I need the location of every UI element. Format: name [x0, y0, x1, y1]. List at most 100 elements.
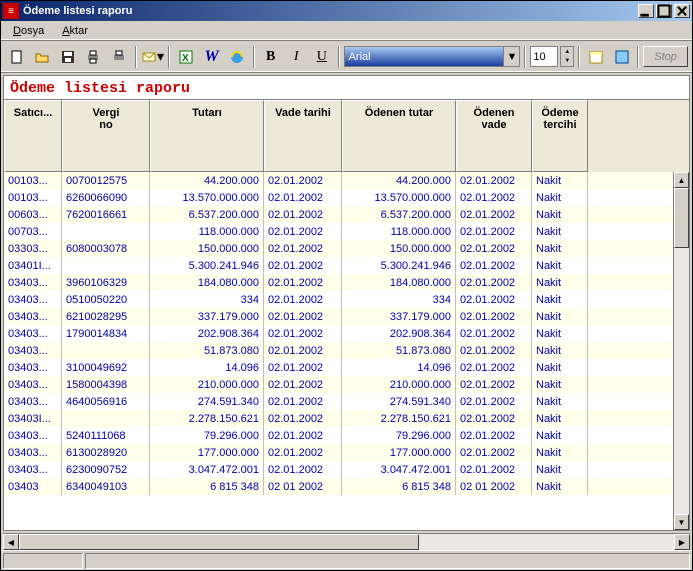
- spinner-down-icon[interactable]: ▼: [561, 57, 573, 67]
- table-row[interactable]: 00703...118.000.00002.01.2002118.000.000…: [4, 223, 689, 240]
- hscroll-thumb[interactable]: [19, 534, 419, 550]
- settings-icon[interactable]: [610, 45, 634, 69]
- cell: 177.000.000: [150, 444, 264, 461]
- cell: 184.080.000: [150, 274, 264, 291]
- cell: 02.01.2002: [456, 359, 532, 376]
- cell: Nakit: [532, 240, 588, 257]
- underline-button[interactable]: U: [310, 45, 334, 69]
- scroll-down-icon[interactable]: ▼: [674, 514, 689, 530]
- scroll-left-icon[interactable]: ◀: [3, 534, 19, 550]
- menu-file[interactable]: Dosya: [5, 23, 52, 39]
- status-pane: [3, 553, 83, 569]
- scroll-up-icon[interactable]: ▲: [674, 172, 689, 188]
- column-header-paidamount[interactable]: Ödenen tutar: [342, 100, 456, 172]
- column-header-seller[interactable]: Satıcı...: [4, 100, 62, 172]
- cell: 03403...: [4, 359, 62, 376]
- table-row[interactable]: 03403...051005022033402.01.200233402.01.…: [4, 291, 689, 308]
- cell: 02.01.2002: [456, 206, 532, 223]
- excel-icon[interactable]: X: [174, 45, 198, 69]
- cell: 184.080.000: [342, 274, 456, 291]
- vertical-scrollbar[interactable]: ▲ ▼: [673, 172, 689, 530]
- scroll-thumb[interactable]: [674, 188, 689, 248]
- toolbar-separator: [135, 46, 137, 68]
- cell: 02.01.2002: [456, 325, 532, 342]
- minimize-button[interactable]: [638, 4, 654, 18]
- cell: 02.01.2002: [456, 257, 532, 274]
- cell: 02.01.2002: [264, 189, 342, 206]
- new-icon[interactable]: [5, 45, 29, 69]
- toolbar-separator: [578, 46, 580, 68]
- cell: 6.537.200.000: [150, 206, 264, 223]
- cell: 1580004398: [62, 376, 150, 393]
- horizontal-scrollbar[interactable]: ◀ ▶: [3, 533, 690, 550]
- print-preview-icon[interactable]: [107, 45, 131, 69]
- cell: 03403...: [4, 376, 62, 393]
- cell: 02.01.2002: [264, 240, 342, 257]
- cell: 02.01.2002: [264, 172, 342, 189]
- table-row[interactable]: 03401I...5.300.241.94602.01.20025.300.24…: [4, 257, 689, 274]
- table-row[interactable]: 03403...1580004398210.000.00002.01.20022…: [4, 376, 689, 393]
- cell: 334: [342, 291, 456, 308]
- hscroll-track[interactable]: [19, 534, 674, 550]
- table-row[interactable]: 03403...524011106879.296.00002.01.200279…: [4, 427, 689, 444]
- scroll-track[interactable]: [674, 248, 689, 514]
- table-row[interactable]: 03403...62300907523.047.472.00102.01.200…: [4, 461, 689, 478]
- table-row[interactable]: 00103...007001257544.200.00002.01.200244…: [4, 172, 689, 189]
- close-button[interactable]: [674, 4, 690, 18]
- table-row[interactable]: 0340363400491036 815 34802 01 20026 815 …: [4, 478, 689, 495]
- calendar-icon[interactable]: [584, 45, 608, 69]
- cell: 6 815 348: [150, 478, 264, 495]
- font-name-value: Arial: [349, 51, 371, 63]
- open-icon[interactable]: [31, 45, 55, 69]
- font-size-spinner[interactable]: ▲ ▼: [560, 46, 574, 67]
- table-row[interactable]: 03403...1790014834202.908.36402.01.20022…: [4, 325, 689, 342]
- bold-button[interactable]: B: [259, 45, 283, 69]
- table-row[interactable]: 00603...76200166616.537.200.00002.01.200…: [4, 206, 689, 223]
- grid-header: Satıcı... Vergi no Tutarı Vade tarihi Öd…: [4, 100, 689, 172]
- font-size-input[interactable]: [530, 46, 558, 67]
- cell: 150.000.000: [150, 240, 264, 257]
- column-header-taxno[interactable]: Vergi no: [62, 100, 150, 172]
- print-icon[interactable]: [82, 45, 106, 69]
- cell: 03403I...: [4, 410, 62, 427]
- table-row[interactable]: 03403...310004969214.09602.01.200214.096…: [4, 359, 689, 376]
- table-row[interactable]: 00103...626006609013.570.000.00002.01.20…: [4, 189, 689, 206]
- cell: 02.01.2002: [456, 427, 532, 444]
- cell: 02.01.2002: [456, 240, 532, 257]
- cell: 4640056916: [62, 393, 150, 410]
- cell: 02.01.2002: [456, 342, 532, 359]
- font-name-select[interactable]: Arial ▼: [344, 46, 521, 67]
- maximize-button[interactable]: [656, 4, 672, 18]
- cell: 02 01 2002: [264, 478, 342, 495]
- column-header-paymethod[interactable]: Ödeme tercihi: [532, 100, 588, 172]
- spinner-up-icon[interactable]: ▲: [561, 47, 573, 57]
- grid-body: 00103...007001257544.200.00002.01.200244…: [4, 172, 689, 530]
- dropdown-icon[interactable]: ▼: [503, 47, 519, 66]
- cell: [62, 342, 150, 359]
- word-icon[interactable]: W: [200, 45, 224, 69]
- table-row[interactable]: 03403I...2.278.150.62102.01.20022.278.15…: [4, 410, 689, 427]
- column-header-amount[interactable]: Tutarı: [150, 100, 264, 172]
- cell: 03403...: [4, 393, 62, 410]
- cell: 2.278.150.621: [342, 410, 456, 427]
- toolbar-separator: [338, 46, 340, 68]
- table-row[interactable]: 03403...6210028295337.179.00002.01.20023…: [4, 308, 689, 325]
- table-row[interactable]: 03303...6080003078150.000.00002.01.20021…: [4, 240, 689, 257]
- cell: 03403...: [4, 325, 62, 342]
- cell: 02.01.2002: [456, 189, 532, 206]
- cell: 14.096: [342, 359, 456, 376]
- scroll-right-icon[interactable]: ▶: [674, 534, 690, 550]
- cell: 14.096: [150, 359, 264, 376]
- mail-icon[interactable]: ▾: [141, 45, 165, 69]
- table-row[interactable]: 03403...3960106329184.080.00002.01.20021…: [4, 274, 689, 291]
- column-header-duedate[interactable]: Vade tarihi: [264, 100, 342, 172]
- table-row[interactable]: 03403...4640056916274.591.34002.01.20022…: [4, 393, 689, 410]
- cell: 02.01.2002: [264, 376, 342, 393]
- ie-icon[interactable]: [225, 45, 249, 69]
- table-row[interactable]: 03403...6130028920177.000.00002.01.20021…: [4, 444, 689, 461]
- column-header-paiddate[interactable]: Ödenen vade: [456, 100, 532, 172]
- menu-export[interactable]: Aktar: [54, 23, 96, 39]
- italic-button[interactable]: I: [284, 45, 308, 69]
- save-icon[interactable]: [56, 45, 80, 69]
- table-row[interactable]: 03403...51.873.08002.01.200251.873.08002…: [4, 342, 689, 359]
